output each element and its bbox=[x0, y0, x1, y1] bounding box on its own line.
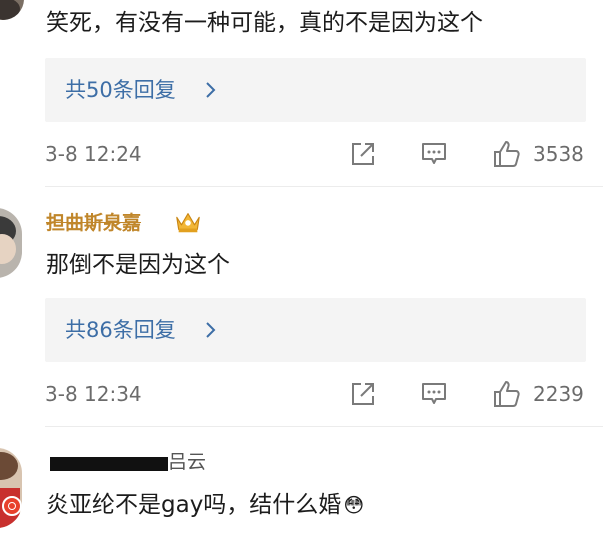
avatar[interactable] bbox=[0, 0, 24, 20]
verified-badge-icon bbox=[2, 496, 22, 516]
timestamp: 3-8 12:24 bbox=[45, 142, 142, 166]
replies-button[interactable]: 共50条回复 bbox=[45, 58, 586, 122]
comment-text: 笑死，有没有一种可能，真的不是因为这个 bbox=[46, 10, 483, 36]
thumbs-up-icon[interactable] bbox=[491, 379, 521, 409]
chevron-right-icon bbox=[206, 322, 216, 338]
redaction-bar bbox=[50, 457, 168, 471]
avatar[interactable] bbox=[0, 448, 22, 528]
thumbs-up-icon[interactable] bbox=[491, 139, 521, 169]
replies-button[interactable]: 共86条回复 bbox=[45, 298, 586, 362]
like-count: 2239 bbox=[533, 382, 584, 406]
share-icon[interactable] bbox=[348, 379, 378, 409]
comment-meta: 3-8 12:24 3538 bbox=[45, 139, 595, 173]
divider bbox=[45, 186, 603, 187]
comment-text: 那倒不是因为这个 bbox=[46, 252, 230, 278]
share-icon[interactable] bbox=[348, 139, 378, 169]
like-count: 3538 bbox=[533, 142, 584, 166]
comment-icon[interactable] bbox=[419, 139, 449, 169]
chevron-right-icon bbox=[206, 82, 216, 98]
replies-label: 共50条回复 bbox=[65, 78, 176, 102]
comment-text-body: 炎亚纶不是gay吗，结什么婚 bbox=[46, 492, 342, 518]
flushed-face-emoji-icon: 😳 bbox=[343, 493, 365, 517]
timestamp: 3-8 12:34 bbox=[45, 382, 142, 406]
crown-badge-icon bbox=[176, 213, 200, 233]
username[interactable]: 吕云 bbox=[168, 450, 206, 474]
comment-icon[interactable] bbox=[419, 379, 449, 409]
avatar[interactable] bbox=[0, 208, 22, 278]
comment-meta: 3-8 12:34 2239 bbox=[45, 379, 595, 413]
divider bbox=[45, 426, 603, 427]
replies-label: 共86条回复 bbox=[65, 318, 176, 342]
username[interactable]: 担曲斯泉嘉 bbox=[46, 211, 141, 235]
comment-text: 炎亚纶不是gay吗，结什么婚 😳 bbox=[46, 490, 364, 520]
